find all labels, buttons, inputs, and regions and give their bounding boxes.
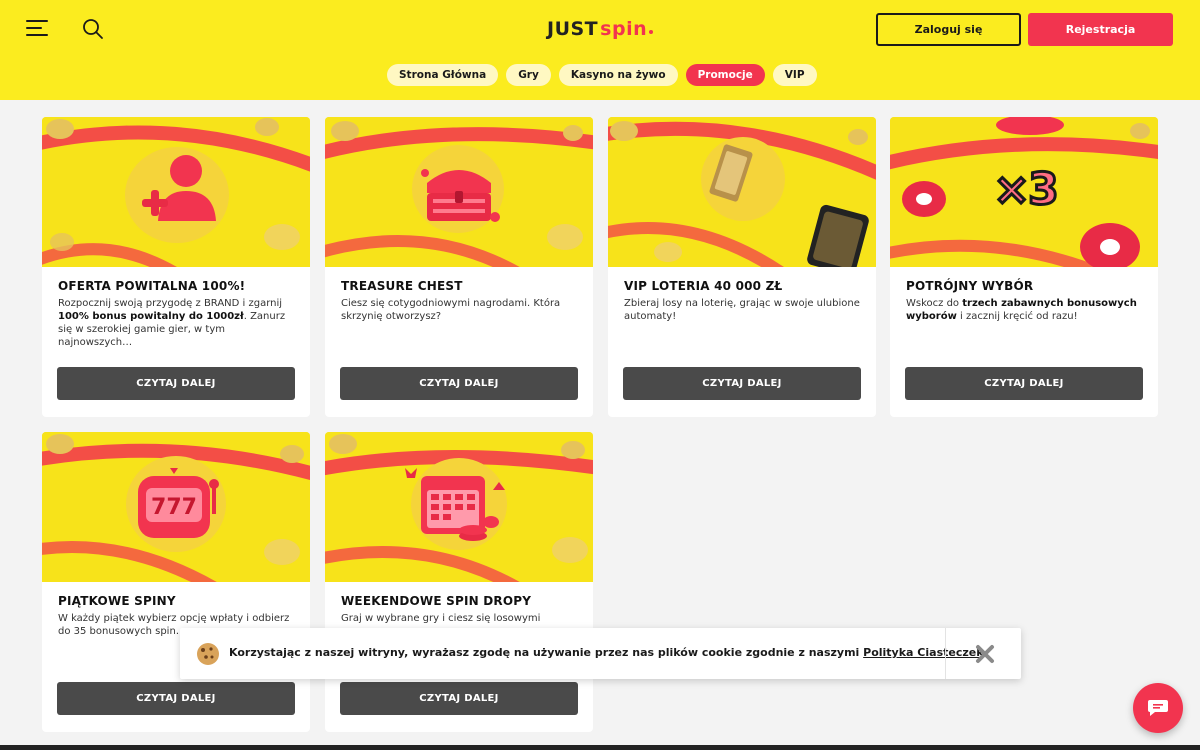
promo-card-description: Wskocz do trzech zabawnych bonusowych wy… [906, 298, 1137, 322]
logo-text-spin: spin [600, 18, 648, 40]
read-more-button[interactable]: CZYTAJ DALEJ [623, 367, 861, 400]
logo-dot [649, 30, 654, 34]
promo-card-title: PIĄTKOWE SPINY [58, 594, 176, 608]
promo-card[interactable]: TREASURE CHEST Ciesz się cotygodniowymi … [325, 117, 593, 417]
treasure-chest-icon [417, 153, 501, 229]
nav-item-vip[interactable]: VIP [772, 64, 817, 86]
promo-card[interactable]: ×3 POTRÓJNY WYBÓR Wskocz do trzech zabaw… [890, 117, 1158, 417]
x3-icon: ×3 [992, 162, 1060, 216]
chat-icon [1148, 700, 1168, 716]
read-more-button[interactable]: CZYTAJ DALEJ [57, 367, 295, 400]
promo-card-description: Zbieraj losy na loterię, grając w swoje … [624, 298, 860, 322]
promo-card[interactable]: VIP LOTERIA 40 000 ZŁ Zbieraj losy na lo… [608, 117, 876, 417]
promo-card-image[interactable]: ×3 [890, 117, 1158, 267]
nav-item-home[interactable]: Strona Główna [387, 64, 499, 86]
promo-card-title: WEEKENDOWE SPIN DROPY [341, 594, 532, 608]
read-more-button[interactable]: CZYTAJ DALEJ [57, 682, 295, 715]
promo-card-description: Ciesz się cotygodniowymi nagrodami. Któr… [341, 298, 561, 322]
bottom-bar [0, 745, 1200, 750]
cookie-policy-link[interactable]: Polityka Ciasteczek [863, 646, 983, 659]
cookie-icon [196, 642, 220, 666]
promo-card-title: TREASURE CHEST [341, 279, 463, 293]
close-icon[interactable] [974, 643, 996, 665]
promo-card-image[interactable] [608, 117, 876, 267]
read-more-button[interactable]: CZYTAJ DALEJ [340, 367, 578, 400]
search-icon[interactable] [82, 18, 104, 40]
promo-card-description: Rozpocznij swoją przygodę z BRAND i zgar… [58, 298, 286, 348]
promo-card[interactable]: 777 PIĄTKOWE SPINY W każdy piątek wybier… [42, 432, 310, 732]
nav-item-games[interactable]: Gry [506, 64, 551, 86]
hamburger-menu-icon[interactable] [26, 20, 48, 38]
cookie-consent-text: Korzystając z naszej witryny, wyrażasz z… [229, 646, 984, 659]
read-more-button[interactable]: CZYTAJ DALEJ [905, 367, 1143, 400]
promo-card-title: OFERTA POWITALNA 100%! [58, 279, 246, 293]
promo-card-description: Graj w wybrane gry i ciesz się losowymi [341, 613, 541, 624]
read-more-button[interactable]: CZYTAJ DALEJ [340, 682, 578, 715]
promo-card-title: VIP LOTERIA 40 000 ZŁ [624, 279, 783, 293]
nav-item-live-casino[interactable]: Kasyno na żywo [558, 64, 678, 86]
cookie-banner: Korzystając z naszej witryny, wyrażasz z… [180, 628, 1021, 679]
add-user-icon [142, 151, 222, 231]
nav-item-promotions[interactable]: Promocje [685, 64, 765, 86]
promo-card-title: POTRÓJNY WYBÓR [906, 279, 1034, 293]
login-button[interactable]: Zaloguj się [876, 13, 1021, 46]
calendar-chips-icon [401, 460, 511, 550]
logo-text-just: JUST [547, 18, 599, 40]
promo-card-image[interactable] [325, 432, 593, 582]
promo-card[interactable]: OFERTA POWITALNA 100%! Rozpocznij swoją … [42, 117, 310, 417]
slot-machine-icon: 777 [128, 464, 224, 548]
site-logo[interactable]: JUST spin [547, 16, 654, 42]
svg-text:777: 777 [151, 495, 197, 520]
chat-button[interactable] [1133, 683, 1183, 733]
site-header: JUST spin Zaloguj się Rejestracja Strona… [0, 0, 1200, 100]
vip-ticket-icon [608, 117, 609, 118]
cookie-divider [945, 628, 946, 679]
promo-card[interactable]: WEEKENDOWE SPIN DROPY Graj w wybrane gry… [325, 432, 593, 732]
register-button[interactable]: Rejestracja [1028, 13, 1173, 46]
promo-card-image[interactable] [325, 117, 593, 267]
main-nav: Strona Główna Gry Kasyno na żywo Promocj… [387, 64, 817, 86]
promo-card-image[interactable]: 777 [42, 432, 310, 582]
promo-card-image[interactable] [42, 117, 310, 267]
